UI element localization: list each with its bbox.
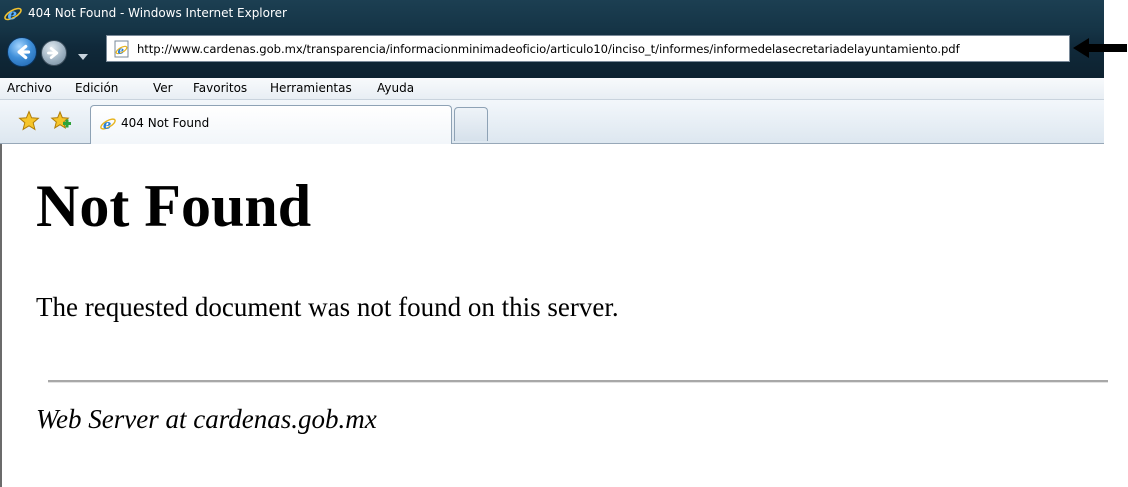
address-url[interactable]: http://www.cardenas.gob.mx/transparencia… bbox=[137, 42, 960, 56]
menu-edicion[interactable]: Edición bbox=[75, 81, 118, 95]
title-bar: e 404 Not Found - Windows Internet Explo… bbox=[0, 0, 1104, 28]
tab-label: 404 Not Found bbox=[121, 116, 210, 130]
menu-archivo[interactable]: Archivo bbox=[7, 81, 52, 95]
tab-404-not-found[interactable]: e 404 Not Found bbox=[90, 105, 452, 144]
menu-ayuda[interactable]: Ayuda bbox=[377, 81, 414, 95]
browser-window: e 404 Not Found - Windows Internet Explo… bbox=[0, 0, 1128, 487]
error-message: The requested document was not found on … bbox=[36, 292, 619, 322]
forward-arrow-icon[interactable] bbox=[41, 40, 67, 66]
menu-herramientas[interactable]: Herramientas bbox=[270, 81, 352, 95]
history-dropdown-icon[interactable] bbox=[77, 47, 89, 60]
svg-text:e: e bbox=[8, 6, 18, 24]
horizontal-rule bbox=[48, 380, 1108, 383]
ie-logo-icon: e bbox=[99, 115, 117, 133]
address-bar[interactable]: e http://www.cardenas.gob.mx/transparenc… bbox=[106, 35, 1070, 62]
ie-page-icon: e bbox=[113, 40, 131, 58]
window-chrome: e 404 Not Found - Windows Internet Explo… bbox=[0, 0, 1104, 78]
menu-ver[interactable]: Ver bbox=[153, 81, 173, 95]
favorites-star-icon[interactable] bbox=[18, 110, 40, 132]
add-favorite-icon[interactable] bbox=[50, 110, 72, 132]
svg-text:e: e bbox=[103, 118, 111, 133]
tab-bar: e 404 Not Found bbox=[0, 100, 1104, 144]
page-content: Not Found The requested document was not… bbox=[0, 144, 1108, 487]
pointer-arrow-icon bbox=[1072, 37, 1128, 59]
new-tab-button[interactable] bbox=[454, 107, 488, 141]
menu-favoritos[interactable]: Favoritos bbox=[193, 81, 247, 95]
navigation-row: e http://www.cardenas.gob.mx/transparenc… bbox=[0, 30, 1104, 70]
page-heading: Not Found bbox=[36, 173, 312, 239]
svg-text:e: e bbox=[118, 46, 124, 57]
window-title: 404 Not Found - Windows Internet Explore… bbox=[28, 6, 287, 20]
back-arrow-icon[interactable] bbox=[7, 37, 37, 67]
server-signature: Web Server at cardenas.gob.mx bbox=[36, 404, 377, 434]
ie-logo-icon: e bbox=[3, 4, 23, 24]
menu-bar: Archivo Edición Ver Favoritos Herramient… bbox=[0, 78, 1104, 100]
